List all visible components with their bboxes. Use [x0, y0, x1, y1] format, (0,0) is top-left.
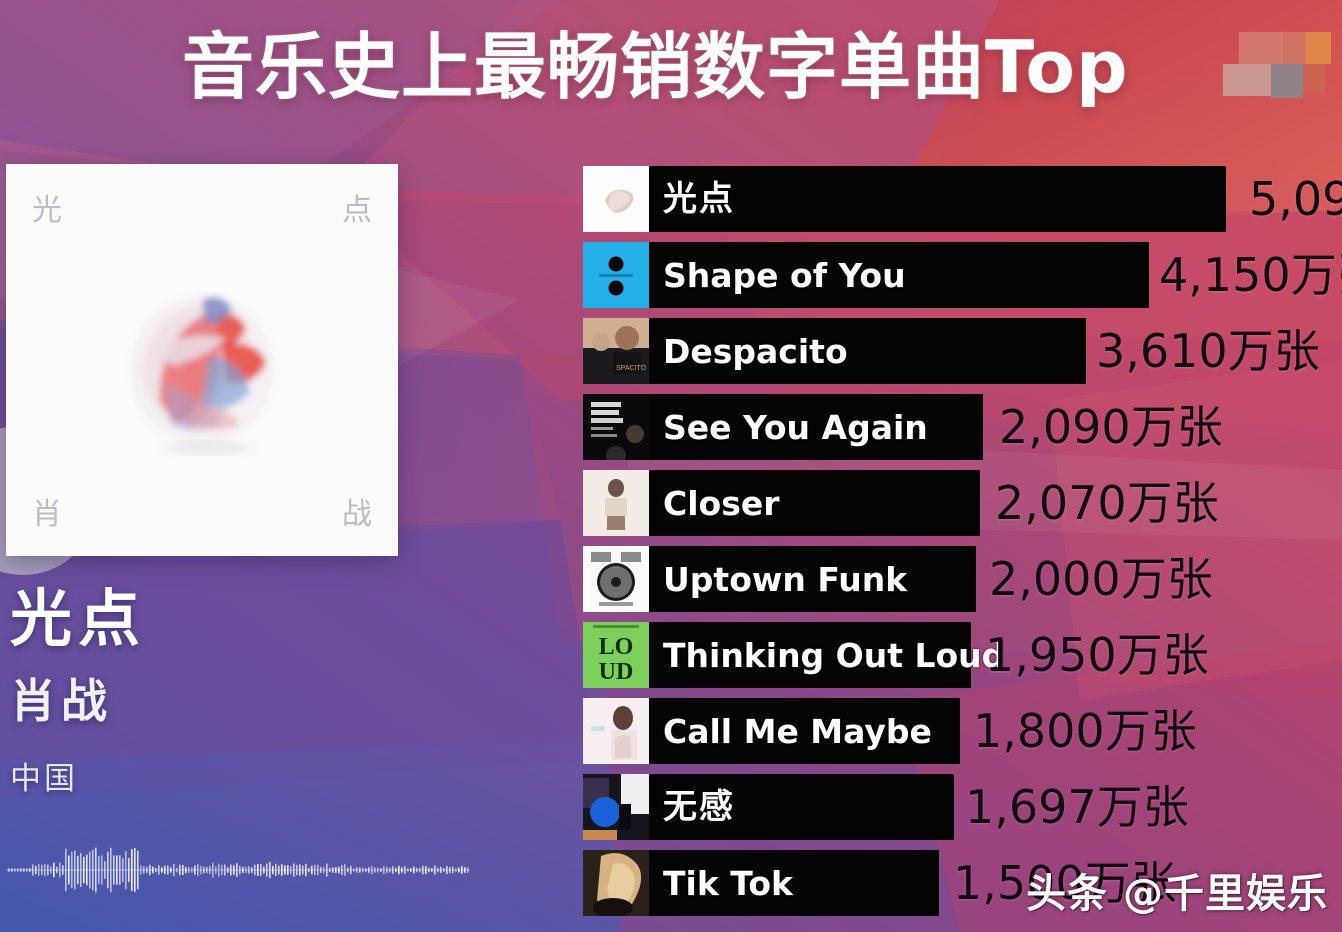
table-row[interactable]: Closer 2,070万张 — [583, 470, 1342, 536]
album-corner-top-right: 点 — [342, 193, 372, 228]
bar-value-label: 2,090万张 — [999, 400, 1223, 454]
bar-value-label: 1,697万张 — [965, 780, 1189, 834]
cover-closer-icon — [583, 470, 649, 536]
bar-value-label: 3,610万张 — [1096, 324, 1320, 378]
now-playing-artist: 肖战 — [10, 674, 112, 728]
bar-value-label: 1,950万张 — [985, 628, 1209, 682]
svg-text:UD: UD — [599, 659, 634, 685]
table-row[interactable]: 光点 5,090万张 — [583, 166, 1342, 232]
bar-label: Thinking Out Loud — [663, 635, 1006, 675]
chart-bar: See You Again — [649, 394, 983, 460]
table-row[interactable]: SPACITO Despacito 3,610万张 — [583, 318, 1342, 384]
cover-thinking-out-loud-icon: LO UD — [583, 622, 649, 688]
bar-value-label: 2,000万张 — [989, 552, 1213, 606]
bar-value-label: 2,070万张 — [995, 476, 1219, 530]
bar-value-label: 5,090万张 — [1249, 172, 1342, 226]
bar-value-label: 4,150万张 — [1159, 248, 1342, 302]
chart-bar: Uptown Funk — [649, 546, 976, 612]
album-corner-bottom-right: 战 — [342, 497, 372, 532]
chart-bar: Shape of You — [649, 242, 1149, 308]
bar-label: Despacito — [663, 331, 848, 371]
table-row[interactable]: Uptown Funk 2,000万张 — [583, 546, 1342, 612]
cover-guangdian-icon — [583, 166, 649, 232]
cover-see-you-again-icon — [583, 394, 649, 460]
bar-value-label: 1,800万张 — [973, 704, 1197, 758]
bar-label: See You Again — [663, 407, 928, 447]
now-playing-song: 光点 — [10, 582, 147, 655]
cover-call-me-maybe-icon — [583, 698, 649, 764]
bar-label: 光点 — [663, 179, 735, 219]
bar-label: Call Me Maybe — [663, 711, 932, 751]
album-artwork-icon — [102, 252, 312, 467]
chart-bar: Tik Tok — [649, 850, 939, 916]
cover-uptown-funk-icon — [583, 546, 649, 612]
page-title-bar: 音乐史上最畅销数字单曲Top — [0, 12, 1342, 122]
chart-bar: Closer — [649, 470, 980, 536]
page-title: 音乐史上最畅销数字单曲Top — [182, 25, 1129, 109]
album-corner-bottom-left: 肖 — [32, 497, 62, 532]
table-row[interactable]: Call Me Maybe 1,800万张 — [583, 698, 1342, 764]
album-corner-top-left: 光 — [32, 193, 62, 228]
chart-bar: Despacito — [649, 318, 1086, 384]
cover-tik-tok-icon — [583, 850, 649, 916]
cover-wugan-icon — [583, 774, 649, 840]
bar-label: Shape of You — [663, 255, 906, 295]
bar-label: Closer — [663, 483, 780, 523]
svg-text:LO: LO — [599, 634, 634, 660]
chart-bar: 光点 — [649, 166, 1226, 232]
ranking-bar-chart: 光点 5,090万张 Shape of You 4,150万张 SPACITO Despa… — [583, 166, 1342, 932]
bar-label: Uptown Funk — [663, 559, 908, 599]
cover-shape-of-you-icon — [583, 242, 649, 308]
album-cover[interactable]: 光 点 肖 战 — [6, 164, 398, 556]
chart-bar: Call Me Maybe — [649, 698, 960, 764]
table-row[interactable]: LO UD Thinking Out Loud 1,950万张 — [583, 622, 1342, 688]
bar-label: Tik Tok — [663, 863, 794, 903]
cover-despacito-icon: SPACITO — [583, 318, 649, 384]
chart-bar: Thinking Out Loud — [649, 622, 1005, 688]
svg-text:SPACITO: SPACITO — [616, 365, 647, 372]
table-row[interactable]: 无感 1,697万张 — [583, 774, 1342, 840]
table-row[interactable]: See You Again 2,090万张 — [583, 394, 1342, 460]
watermark: 头条 @千里娱乐 — [1026, 871, 1328, 917]
chart-bar: 无感 — [649, 774, 954, 840]
table-row[interactable]: Shape of You 4,150万张 — [583, 242, 1342, 308]
audio-waveform-icon[interactable] — [6, 840, 476, 900]
now-playing-panel: 光 点 肖 战 光点 肖战 中国 — [0, 150, 470, 932]
now-playing-country: 中国 — [10, 761, 78, 797]
bar-label: 无感 — [663, 787, 735, 827]
